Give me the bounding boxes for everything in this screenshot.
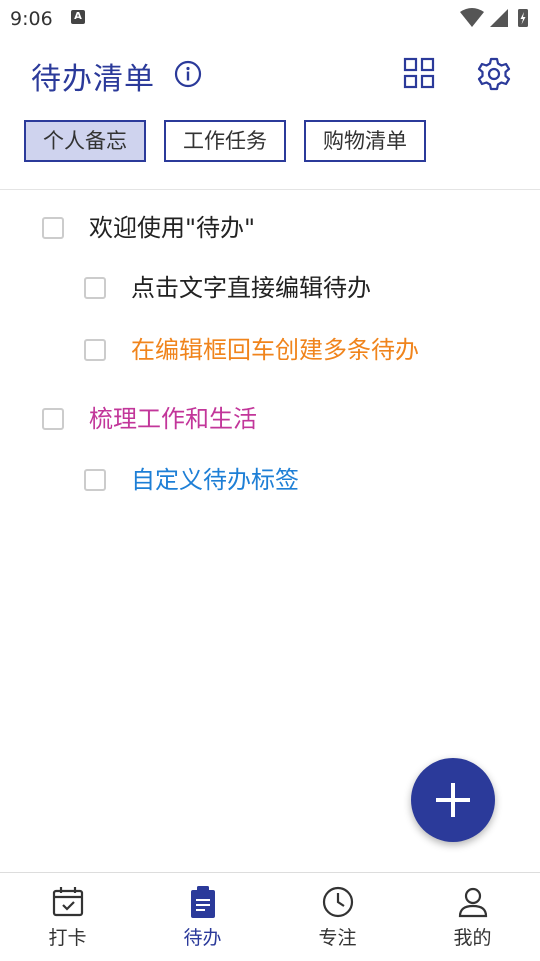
status-indicators: [458, 6, 532, 30]
notification-icon: A: [71, 10, 85, 24]
plus-icon: [436, 783, 470, 817]
nav-label: 待办: [183, 927, 222, 949]
app-header: 待办清单: [0, 44, 540, 104]
todo-checkbox[interactable]: [42, 217, 64, 239]
todo-text[interactable]: 梳理工作和生活: [89, 400, 257, 438]
nav-todo[interactable]: 待办: [135, 873, 270, 961]
add-todo-button[interactable]: [411, 758, 495, 842]
notification-glyph: A: [74, 11, 82, 22]
clock-icon: [321, 885, 355, 919]
todo-text[interactable]: 欢迎使用"待办": [89, 209, 255, 247]
tag-work-tasks[interactable]: 工作任务: [164, 120, 286, 162]
todo-text[interactable]: 在编辑框回车创建多条待办: [131, 331, 419, 369]
grid-view-icon[interactable]: [403, 57, 435, 89]
person-icon: [456, 885, 490, 919]
todo-checkbox[interactable]: [84, 277, 106, 299]
clipboard-icon: [186, 885, 220, 919]
todo-checkbox[interactable]: [84, 469, 106, 491]
nav-label: 我的: [453, 927, 492, 949]
nav-label: 打卡: [48, 927, 87, 949]
nav-focus[interactable]: 专注: [270, 873, 405, 961]
cellular-icon: [490, 9, 508, 27]
divider: [0, 189, 540, 190]
calendar-check-icon: [51, 885, 85, 919]
todo-text[interactable]: 点击文字直接编辑待办: [131, 269, 371, 307]
todo-checkbox[interactable]: [84, 339, 106, 361]
wifi-icon: [460, 8, 484, 27]
page-title: 待办清单: [31, 62, 155, 97]
nav-checkin[interactable]: 打卡: [0, 873, 135, 961]
nav-label: 专注: [318, 927, 357, 949]
info-icon[interactable]: [174, 60, 202, 88]
todo-text[interactable]: 自定义待办标签: [131, 461, 299, 499]
nav-mine[interactable]: 我的: [405, 873, 540, 961]
tag-shopping-list[interactable]: 购物清单: [304, 120, 426, 162]
bottom-nav: 打卡 待办 专注 我的: [0, 872, 540, 961]
todo-checkbox[interactable]: [42, 408, 64, 430]
status-bar: 9:06 A: [0, 0, 540, 36]
tag-personal-memo[interactable]: 个人备忘: [24, 120, 146, 162]
status-time: 9:06: [10, 8, 53, 30]
settings-gear-icon[interactable]: [476, 56, 512, 92]
